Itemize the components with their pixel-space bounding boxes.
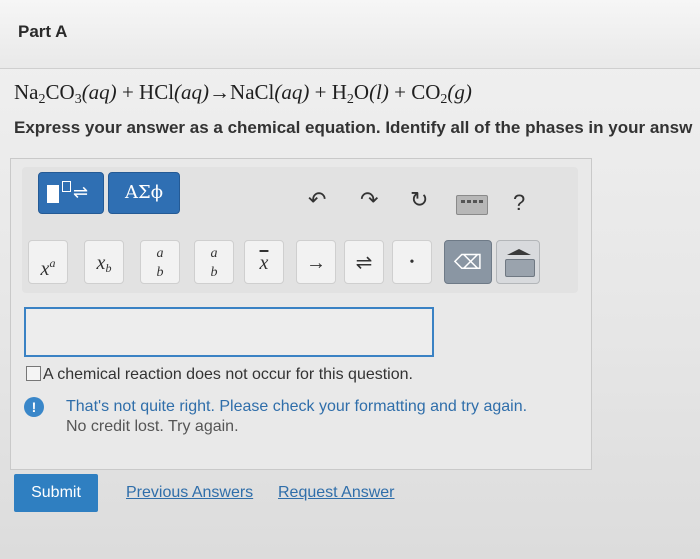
templates-icon	[47, 185, 59, 203]
keyboard-toggle-key[interactable]	[496, 240, 540, 284]
previous-answers-link[interactable]: Previous Answers	[126, 484, 253, 502]
no-reaction-checkbox[interactable]	[26, 366, 41, 381]
feedback-message: That's not quite right. Please check you…	[66, 398, 528, 415]
dot-key[interactable]: •	[392, 240, 432, 284]
help-button[interactable]: ?	[513, 190, 525, 216]
keyboard-icon	[505, 259, 535, 277]
no-reaction-option[interactable]: A chemical reaction does not occur for t…	[26, 366, 413, 384]
keyboard-shortcuts-icon[interactable]	[456, 195, 488, 215]
overline-key[interactable]: x	[244, 240, 284, 284]
instructions-text: Express your answer as a chemical equati…	[14, 118, 693, 137]
superscript-key[interactable]: xa	[28, 240, 68, 284]
subscript-key[interactable]: xb	[84, 240, 124, 284]
fraction-key-2[interactable]: ab	[194, 240, 234, 284]
backspace-key[interactable]: ⌫	[444, 240, 492, 284]
feedback-submessage: No credit lost. Try again.	[66, 418, 239, 435]
answer-input[interactable]	[24, 307, 434, 357]
greek-symbols-button[interactable]: ΑΣϕ	[108, 172, 180, 214]
reaction-arrow-key[interactable]: →	[296, 240, 336, 284]
equilibrium-arrow-icon: ⇌	[73, 182, 89, 203]
no-reaction-label: A chemical reaction does not occur for t…	[43, 366, 413, 383]
part-title: Part A	[18, 22, 68, 41]
reset-icon[interactable]: ↻	[410, 190, 428, 212]
undo-icon[interactable]: ↶	[308, 190, 326, 212]
submit-button[interactable]: Submit	[14, 474, 98, 512]
fraction-key[interactable]: ab	[140, 240, 180, 284]
equilibrium-arrow-key[interactable]: ⇌	[344, 240, 384, 284]
redo-icon[interactable]: ↷	[360, 190, 378, 212]
keyboard-toggle-icon	[507, 249, 531, 255]
chemical-equation: Na2CO3(aq) + HCl(aq)→NaCl(aq) + H2O(l) +…	[14, 80, 472, 107]
info-icon: !	[24, 397, 44, 417]
header-band	[0, 0, 700, 69]
templates-icon-superscript	[62, 181, 71, 192]
templates-button[interactable]: ⇌	[38, 172, 104, 214]
request-answer-link[interactable]: Request Answer	[278, 484, 395, 502]
